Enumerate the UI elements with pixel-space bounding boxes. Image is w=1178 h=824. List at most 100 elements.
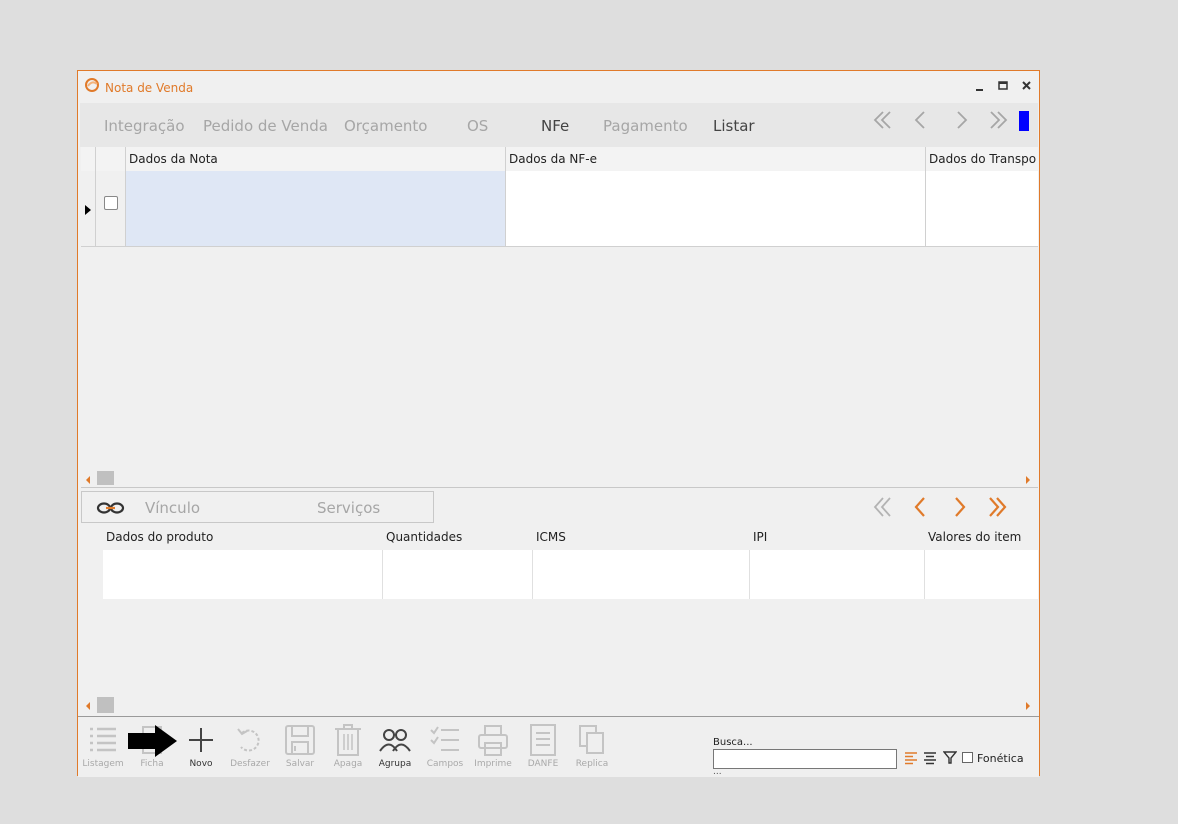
column-header-dados-do-produto[interactable]: Dados do produto	[103, 525, 383, 550]
filter-icon[interactable]	[943, 750, 957, 765]
select-column-header	[96, 147, 126, 171]
subtab-vinculo[interactable]: Vínculo	[145, 499, 200, 517]
row-indicator-cell	[81, 171, 96, 246]
replica-label: Replica	[575, 759, 609, 769]
status-marker	[1019, 111, 1029, 131]
scroll-right-icon[interactable]	[1026, 702, 1030, 710]
detail-prev-icon[interactable]	[909, 495, 931, 519]
app-logo-icon	[85, 78, 99, 92]
tab-orcamento[interactable]: Orçamento	[344, 117, 428, 135]
tab-listar[interactable]: Listar	[713, 117, 755, 135]
search-label: Busca...	[713, 737, 753, 748]
title-bar: Nota de Venda	[78, 71, 1039, 101]
app-window: Nota de Venda Integração Pedido de Venda…	[77, 70, 1040, 777]
detail-grid-scrollbar[interactable]	[81, 697, 1038, 713]
cell-dados-da-nota[interactable]	[126, 171, 506, 246]
prev-record-icon[interactable]	[910, 109, 932, 131]
row-checkbox[interactable]	[104, 196, 118, 210]
close-button[interactable]	[1018, 77, 1036, 95]
fonetica-label: Fonética	[977, 752, 1024, 765]
tab-nfe[interactable]: NFe	[541, 117, 569, 135]
column-header-valores-do-item[interactable]: Valores do item	[925, 525, 1038, 550]
salvar-button[interactable]: Salvar	[275, 723, 325, 769]
danfe-button[interactable]: DANFE	[518, 723, 568, 769]
detail-last-icon[interactable]	[986, 495, 1010, 519]
scroll-right-icon[interactable]	[1026, 476, 1030, 484]
column-header-dados-da-nfe[interactable]: Dados da NF-e	[506, 147, 926, 171]
subtab-servicos[interactable]: Serviços	[317, 499, 380, 517]
column-header-quantidades[interactable]: Quantidades	[383, 525, 533, 550]
novo-label: Novo	[189, 759, 213, 769]
campos-button[interactable]: Campos	[420, 723, 470, 769]
cell-dados-do-produto[interactable]	[103, 550, 383, 599]
scroll-thumb[interactable]	[97, 697, 114, 713]
listagem-button[interactable]: Listagem	[78, 723, 128, 769]
detail-grid-header: Dados do produto Quantidades ICMS IPI Va…	[81, 525, 1038, 550]
link-icon	[96, 502, 125, 514]
ficha-label: Ficha	[140, 759, 164, 769]
pointer-arrow-icon	[128, 725, 177, 757]
cell-quantidades[interactable]	[383, 550, 533, 599]
search-more[interactable]: ...	[713, 767, 722, 777]
fields-icon	[430, 726, 459, 751]
main-tab-bar: Integração Pedido de Venda Orçamento OS …	[80, 103, 1038, 147]
tab-os[interactable]: OS	[467, 117, 488, 135]
cell-dados-da-nfe[interactable]	[506, 171, 926, 246]
replica-button[interactable]: Replica	[567, 723, 617, 769]
cell-valores-do-item[interactable]	[925, 550, 1038, 599]
scroll-left-icon[interactable]	[86, 476, 90, 484]
cell-ipi[interactable]	[750, 550, 925, 599]
minimize-button[interactable]	[971, 77, 989, 95]
align-left-icon[interactable]	[904, 751, 918, 765]
maximize-button[interactable]	[994, 77, 1012, 95]
list-icon	[90, 727, 116, 752]
search-input[interactable]	[713, 749, 897, 769]
detail-first-icon[interactable]	[872, 495, 894, 519]
copy-icon	[579, 725, 604, 754]
maximize-icon	[998, 81, 1008, 90]
divider	[81, 487, 1038, 488]
trash-icon	[335, 724, 361, 756]
detail-tab-bar: Vínculo Serviços	[81, 491, 434, 523]
tab-pagamento[interactable]: Pagamento	[603, 117, 688, 135]
print-icon	[478, 725, 508, 756]
table-row[interactable]	[103, 550, 1038, 599]
first-record-icon[interactable]	[872, 109, 894, 131]
detail-next-icon[interactable]	[949, 495, 971, 519]
column-header-dados-da-nota[interactable]: Dados da Nota	[126, 147, 506, 171]
fonetica-checkbox[interactable]	[962, 752, 973, 763]
column-header-dados-do-transporte[interactable]: Dados do Transpo	[926, 147, 1038, 171]
imprime-button[interactable]: Imprime	[468, 723, 518, 769]
minimize-icon	[976, 89, 983, 91]
main-grid-header: Dados da Nota Dados da NF-e Dados do Tra…	[81, 147, 1038, 172]
table-row[interactable]	[81, 171, 1038, 247]
column-header-ipi[interactable]: IPI	[750, 525, 925, 550]
main-grid-scrollbar[interactable]	[81, 471, 1038, 485]
align-center-icon[interactable]	[923, 751, 937, 765]
last-record-icon[interactable]	[987, 109, 1009, 131]
agrupa-label: Agrupa	[378, 759, 412, 769]
close-icon	[1022, 81, 1031, 90]
desfazer-label: Desfazer	[230, 759, 270, 769]
agrupa-button[interactable]: Agrupa	[370, 723, 420, 769]
apaga-button[interactable]: Apaga	[323, 723, 373, 769]
tab-integracao[interactable]: Integração	[104, 117, 185, 135]
tab-pedido-de-venda[interactable]: Pedido de Venda	[203, 117, 328, 135]
cell-icms[interactable]	[533, 550, 750, 599]
indicator-column-header	[81, 147, 96, 171]
danfe-icon	[530, 724, 556, 756]
group-icon	[379, 729, 411, 752]
imprime-label: Imprime	[474, 759, 512, 769]
cell-dados-do-transporte[interactable]	[926, 171, 1038, 246]
scroll-thumb[interactable]	[97, 471, 114, 485]
undo-icon	[237, 728, 260, 752]
scroll-left-icon[interactable]	[86, 702, 90, 710]
column-header-icms[interactable]: ICMS	[533, 525, 750, 550]
novo-button[interactable]: Novo	[176, 723, 226, 769]
listagem-label: Listagem	[82, 759, 124, 769]
salvar-label: Salvar	[285, 759, 315, 769]
desfazer-button[interactable]: Desfazer	[225, 723, 275, 769]
next-record-icon[interactable]	[950, 109, 972, 131]
campos-label: Campos	[426, 759, 464, 769]
current-row-icon	[85, 205, 91, 215]
